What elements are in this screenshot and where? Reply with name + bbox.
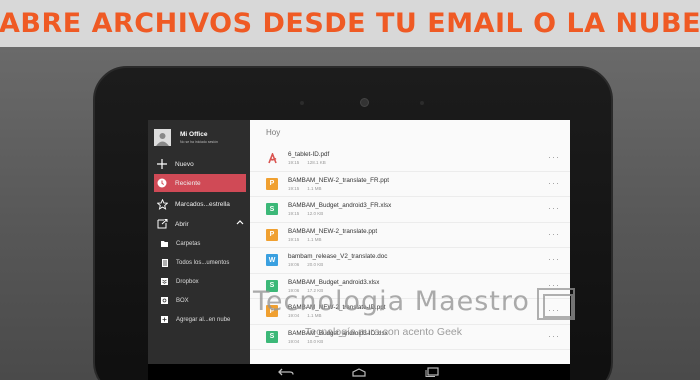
pdf-file-icon xyxy=(266,152,278,164)
more-options-icon[interactable]: ··· xyxy=(548,229,560,238)
sidebar-item-label: Dropbox xyxy=(176,278,199,285)
box-icon xyxy=(161,297,168,305)
xlsx-file-icon: S xyxy=(266,203,278,216)
doc-file-icon: W xyxy=(266,254,278,267)
nav-item-reciente[interactable]: Reciente xyxy=(154,174,246,192)
file-row[interactable]: S BAMBAM_Budget_android3_FR.xlsx 19:15 12.0… xyxy=(250,197,570,223)
file-name: bambam_release_V2_translate.doc xyxy=(288,253,388,261)
profile-header[interactable]: Mi Office No se ha iniciado sesión xyxy=(148,120,250,154)
home-button[interactable] xyxy=(350,366,368,378)
file-meta: 19:04 10.0 KB xyxy=(288,339,388,344)
nav-item-abrir[interactable]: Abrir xyxy=(148,214,250,234)
clock-icon xyxy=(156,177,168,189)
recent-apps-icon xyxy=(425,367,439,377)
avatar xyxy=(154,128,171,146)
folder-icon xyxy=(161,240,168,248)
file-time: 19:15 xyxy=(288,185,300,191)
sidebar-item-add-cloud[interactable]: Agregar al...en nube xyxy=(148,310,250,329)
xlsx-file-icon: S xyxy=(266,330,278,343)
star-icon xyxy=(156,198,168,210)
documents-icon xyxy=(161,258,168,267)
file-row[interactable]: 6_tablet-ID.pdf 19:15 128.1 KB ··· xyxy=(250,146,570,172)
file-row[interactable]: P BAMBAM_NEW-2_translate_FR.ppt 19:15 1.1 M… xyxy=(250,172,570,197)
sidebar-item-label: Agregar al...en nube xyxy=(176,316,231,323)
file-meta: 19:15 1.1 MB xyxy=(288,186,389,191)
more-options-icon[interactable]: ··· xyxy=(548,331,560,340)
file-name: BAMBAM_NEW-2_translate_FR.ppt xyxy=(288,176,390,184)
file-name: BAMBAM_Budget_android3.xlsx xyxy=(288,278,380,286)
file-size: 1.1 MB xyxy=(307,185,322,191)
more-options-icon[interactable]: ··· xyxy=(548,178,560,187)
ppt-file-icon: P xyxy=(266,177,278,190)
sidebar-item-label: BOX xyxy=(176,297,189,304)
sensor-dot xyxy=(420,101,424,105)
file-time: 19:06 xyxy=(288,262,300,268)
file-name: BAMBAM_Budget_android3_FR.xlsx xyxy=(288,202,392,210)
dropbox-icon xyxy=(161,278,168,286)
file-time: 19:15 xyxy=(288,211,300,217)
more-options-icon[interactable]: ··· xyxy=(548,153,560,162)
section-title: Hoy xyxy=(266,128,281,137)
file-name: 6_tablet-ID.pdf xyxy=(288,151,330,159)
back-icon xyxy=(278,368,294,375)
plus-icon xyxy=(156,158,168,170)
file-size: 1.1 MB xyxy=(307,236,322,242)
recent-files-panel: Hoy 6_tablet-ID.pdf 19:15 128.1 KB ··· P BAMB… xyxy=(250,120,570,380)
profile-status: No se ha iniciado sesión xyxy=(180,139,218,144)
ppt-file-icon: P xyxy=(266,228,278,241)
nav-item-label: Reciente xyxy=(175,179,201,187)
more-options-icon[interactable]: ··· xyxy=(548,204,560,213)
more-options-icon[interactable]: ··· xyxy=(548,280,560,289)
nav-item-nuevo[interactable]: Nuevo xyxy=(148,154,250,174)
file-time: 19:15 xyxy=(288,160,300,166)
file-meta: 19:06 20.0 KB xyxy=(288,262,387,267)
file-size: 20.0 KB xyxy=(307,262,324,268)
navigation-drawer: Mi Office No se ha iniciado sesión Nuevo… xyxy=(148,120,250,380)
sidebar-item-label: Carpetas xyxy=(176,240,201,247)
file-meta: 19:15 128.1 KB xyxy=(288,160,334,165)
watermark-title: Tecnologia Maestro xyxy=(253,286,530,317)
nav-item-marcados[interactable]: Marcados...estrella xyxy=(148,194,250,214)
app-screen: Mi Office No se ha iniciado sesión Nuevo… xyxy=(148,120,570,380)
file-name: BAMBAM_NEW-2_translate.ppt xyxy=(288,227,378,235)
sidebar-item-documentos[interactable]: Todos los...umentos xyxy=(148,253,250,272)
file-size: 12.0 KB xyxy=(307,211,324,217)
watermark-subtitle: Tecnología pura con acento Geek xyxy=(305,326,463,338)
profile-name: Mi Office xyxy=(180,130,208,138)
back-button[interactable] xyxy=(277,366,295,378)
file-meta: 19:15 12.0 KB xyxy=(288,211,391,216)
open-folder-icon xyxy=(156,218,168,230)
file-meta: 19:15 1.1 MB xyxy=(288,237,377,242)
nav-item-label: Marcados...estrella xyxy=(175,200,230,208)
more-options-icon[interactable]: ··· xyxy=(548,255,560,264)
sidebar-item-label: Todos los...umentos xyxy=(176,259,230,266)
file-size: 128.1 KB xyxy=(307,160,326,166)
file-row[interactable]: P BAMBAM_NEW-2_translate.ppt 19:15 1.1 MB ··… xyxy=(250,223,570,248)
promo-banner: ABRE ARCHIVOS DESDE TU EMAIL O LA NUBE xyxy=(0,0,700,47)
file-time: 19:15 xyxy=(288,236,300,242)
camera-icon xyxy=(360,98,369,107)
file-row[interactable]: Wbambam_release_V2_translate.doc 19:06 20.… xyxy=(250,248,570,274)
nav-item-label: Abrir xyxy=(175,220,189,228)
add-cloud-icon xyxy=(161,316,168,324)
banner-title: ABRE ARCHIVOS DESDE TU EMAIL O LA NUBE xyxy=(0,8,700,39)
user-icon xyxy=(156,132,169,146)
file-size: 10.0 KB xyxy=(307,338,324,344)
nav-item-label: Nuevo xyxy=(175,160,194,168)
sensor-dot xyxy=(300,101,304,105)
file-time: 19:04 xyxy=(288,338,300,344)
home-icon xyxy=(352,367,366,377)
sidebar-item-carpetas[interactable]: Carpetas xyxy=(148,234,250,253)
android-navbar xyxy=(148,364,570,380)
recent-apps-button[interactable] xyxy=(423,366,441,378)
watermark-logo-icon xyxy=(537,288,575,320)
sidebar-item-box[interactable]: BOX xyxy=(148,291,250,310)
chevron-up-icon[interactable] xyxy=(236,219,244,227)
file-list: 6_tablet-ID.pdf 19:15 128.1 KB ··· P BAMBAM_N… xyxy=(250,146,570,350)
sidebar-item-dropbox[interactable]: Dropbox xyxy=(148,272,250,291)
